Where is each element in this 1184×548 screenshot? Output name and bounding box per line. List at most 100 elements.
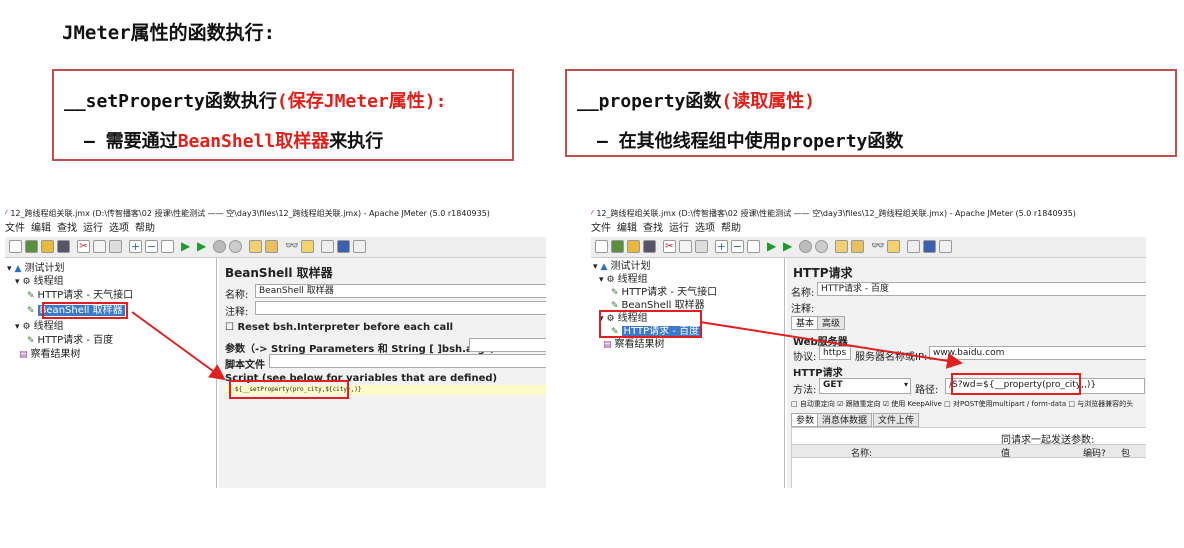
subtab-files[interactable]: 文件上传 (873, 413, 920, 427)
menu-options[interactable]: 选项 (695, 223, 715, 234)
subtab-body[interactable]: 消息体数据 (817, 413, 873, 427)
collapse-icon[interactable]: − (145, 240, 158, 253)
script-file-field[interactable] (269, 354, 546, 368)
shutdown-icon[interactable] (815, 240, 828, 253)
tree-node-result-tree[interactable]: ▤ 察看结果树 (19, 348, 81, 362)
cut-icon[interactable]: ✂ (663, 240, 676, 253)
start-no-pause-icon[interactable]: ▶ (197, 240, 210, 253)
tree-node-thread-group-1[interactable]: ▾ ⚙ 线程组 (599, 273, 648, 287)
tree-node-http-weather[interactable]: ✎ HTTP请求 - 天气接口 (611, 286, 717, 300)
new-icon[interactable] (595, 240, 608, 253)
menu-help[interactable]: 帮助 (135, 223, 155, 234)
expand-arrow-icon[interactable]: ▾ (15, 276, 20, 289)
jmeter-feather-icon: ⁄ (591, 209, 593, 218)
thread-group-highlight-box (599, 310, 702, 338)
help-icon[interactable] (923, 240, 936, 253)
new-icon[interactable] (9, 240, 22, 253)
method-select[interactable]: GET ▾ (819, 378, 911, 394)
remote-stop-icon[interactable] (265, 240, 278, 253)
test-plan-tree: ▾ ▲ 测试计划 ▾ ⚙ 线程组 ✎ HTTP请求 - 天气接口 ✎ BeanShell 取… (5, 258, 217, 488)
server-field[interactable]: www.baidu.com (929, 346, 1146, 360)
expand-icon[interactable]: + (129, 240, 142, 253)
help-icon[interactable] (337, 240, 350, 253)
test-plan-tree: ▾ ▲ 测试计划 ▾ ⚙ 线程组 ✎ HTTP请求 - 天气接口 ✎ BeanShell 取… (591, 258, 785, 488)
menu-run[interactable]: 运行 (83, 223, 103, 234)
listener-icon: ▤ (19, 350, 28, 360)
binoculars-icon[interactable]: 👓 (871, 240, 885, 253)
menu-help[interactable]: 帮助 (721, 223, 741, 234)
clear-icon[interactable] (301, 240, 314, 253)
callout-line-2: — 在其他线程组中使用property函数 (597, 131, 904, 152)
binoculars-icon[interactable]: 👓 (285, 240, 299, 253)
paste-icon[interactable] (695, 240, 708, 253)
protocol-field[interactable]: https (819, 346, 851, 360)
node-label: HTTP请求 - 天气接口 (621, 287, 718, 298)
tree-node-result-tree[interactable]: ▤ 察看结果树 (603, 338, 665, 352)
expand-arrow-icon[interactable]: ▾ (599, 274, 604, 287)
menu-file[interactable]: 文件 (5, 223, 25, 234)
save-icon[interactable] (57, 240, 70, 253)
function-helper-icon[interactable] (907, 240, 920, 253)
comment-field[interactable] (255, 301, 546, 315)
stop-icon[interactable] (799, 240, 812, 253)
menu-search[interactable]: 查找 (57, 223, 77, 234)
beanshell-panel: BeanShell 取样器 名称: BeanShell 取样器 注释: ☐ Re… (219, 258, 546, 488)
open-icon[interactable] (627, 240, 640, 253)
expand-icon[interactable]: + (715, 240, 728, 253)
shutdown-icon[interactable] (229, 240, 242, 253)
expand-arrow-icon[interactable]: ▾ (7, 263, 12, 276)
node-label: 线程组 (617, 274, 648, 285)
copy-icon[interactable] (93, 240, 106, 253)
remote-stop-icon[interactable] (851, 240, 864, 253)
function-name: __property函数 (577, 91, 722, 112)
checkbox-icon[interactable]: ☐ (225, 322, 234, 333)
start-no-pause-icon[interactable]: ▶ (783, 240, 796, 253)
menu-edit[interactable]: 编辑 (31, 223, 51, 234)
node-label: HTTP请求 - 百度 (37, 335, 114, 346)
expand-arrow-icon[interactable]: ▾ (593, 261, 598, 274)
tree-node-thread-group-1[interactable]: ▾ ⚙ 线程组 (15, 275, 64, 289)
method-value: GET (823, 380, 843, 390)
remote-start-icon[interactable] (835, 240, 848, 253)
remote-start-icon[interactable] (249, 240, 262, 253)
subtab-params[interactable]: 参数 (791, 413, 820, 427)
checkbox-label: Reset bsh.Interpreter before each call (237, 322, 454, 333)
function-helper-icon[interactable] (321, 240, 334, 253)
name-field[interactable]: HTTP请求 - 百度 (817, 282, 1146, 296)
log-icon[interactable] (353, 240, 366, 253)
tab-advanced[interactable]: 高级 (817, 316, 846, 330)
tree-node-http-baidu[interactable]: ✎ HTTP请求 - 百度 (27, 334, 113, 348)
name-field[interactable]: BeanShell 取样器 (255, 284, 546, 298)
start-icon[interactable]: ▶ (767, 240, 780, 253)
copy-icon[interactable] (679, 240, 692, 253)
toggle-icon[interactable] (161, 240, 174, 253)
templates-icon[interactable] (25, 240, 38, 253)
menu-search[interactable]: 查找 (643, 223, 663, 234)
options-checkboxes[interactable]: □ 自动重定向 ☑ 跟随重定向 ☑ 使用 KeepAlive □ 对POST使用… (791, 399, 1133, 409)
save-icon[interactable] (643, 240, 656, 253)
params-field[interactable] (469, 338, 546, 352)
menu-run[interactable]: 运行 (669, 223, 689, 234)
tree-node-test-plan[interactable]: ▾ ▲ 测试计划 (593, 260, 650, 274)
page-heading: JMeter属性的函数执行: (62, 22, 276, 44)
tree-node-test-plan[interactable]: ▾ ▲ 测试计划 (7, 262, 64, 276)
col-name-header: 名称: (851, 449, 873, 459)
tree-node-http-weather[interactable]: ✎ HTTP请求 - 天气接口 (27, 289, 133, 303)
menu-file[interactable]: 文件 (591, 223, 611, 234)
cut-icon[interactable]: ✂ (77, 240, 90, 253)
toggle-icon[interactable] (747, 240, 760, 253)
menu-options[interactable]: 选项 (109, 223, 129, 234)
reset-interpreter-checkbox[interactable]: ☐ Reset bsh.Interpreter before each call (225, 322, 453, 333)
clear-icon[interactable] (887, 240, 900, 253)
templates-icon[interactable] (611, 240, 624, 253)
menu-edit[interactable]: 编辑 (617, 223, 637, 234)
collapse-icon[interactable]: − (731, 240, 744, 253)
expand-arrow-icon[interactable]: ▾ (15, 321, 20, 334)
open-icon[interactable] (41, 240, 54, 253)
paste-icon[interactable] (109, 240, 122, 253)
tab-basic[interactable]: 基本 (791, 316, 820, 330)
stop-icon[interactable] (213, 240, 226, 253)
tree-node-thread-group-2[interactable]: ▾ ⚙ 线程组 (15, 320, 64, 334)
log-icon[interactable] (939, 240, 952, 253)
start-icon[interactable]: ▶ (181, 240, 194, 253)
